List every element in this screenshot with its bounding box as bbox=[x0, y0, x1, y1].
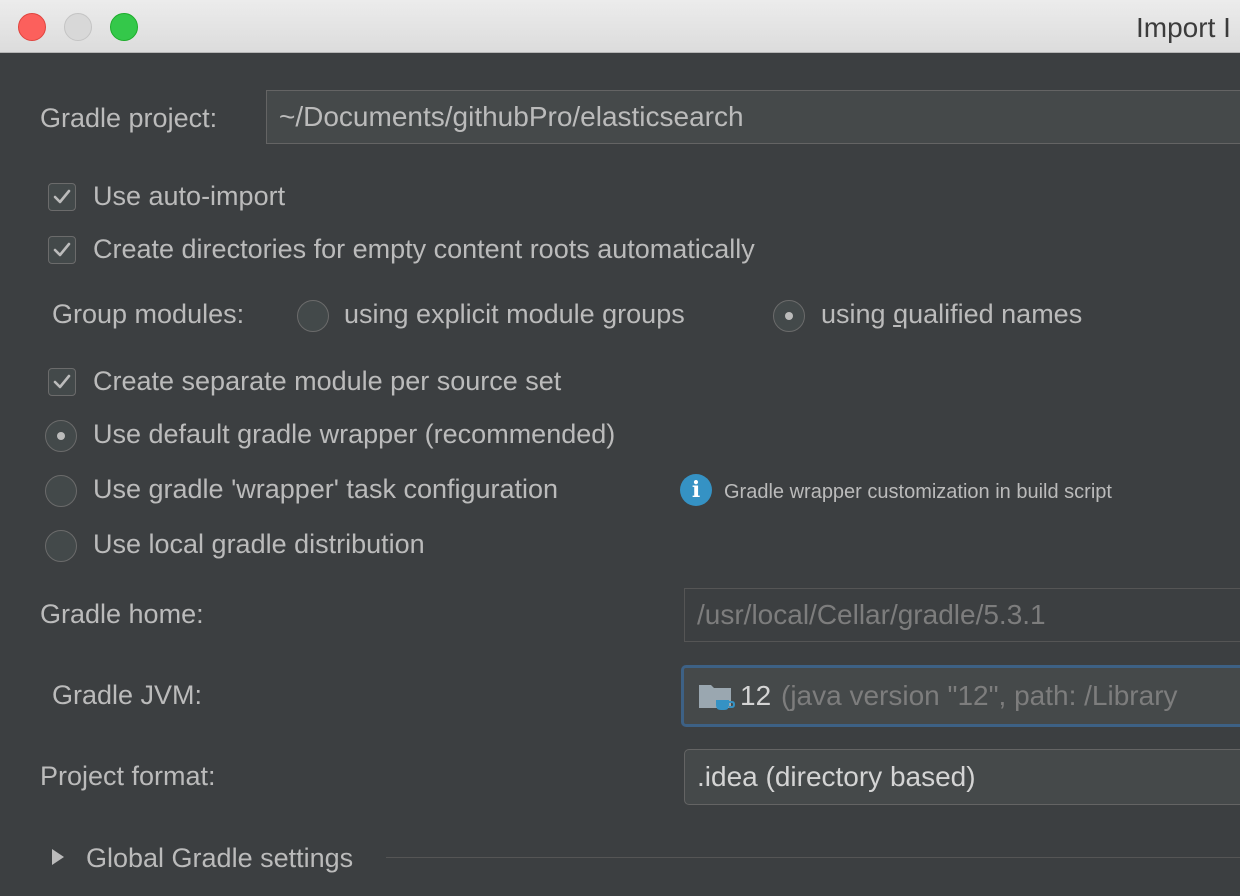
separate-module-checkbox[interactable] bbox=[48, 368, 76, 396]
info-icon: i bbox=[680, 474, 712, 506]
wrapper-task-label: Use gradle 'wrapper' task configuration bbox=[93, 474, 559, 504]
jvm-name: 12 bbox=[740, 680, 772, 711]
minimize-window-button[interactable] bbox=[64, 13, 92, 41]
local-distribution-label: Use local gradle distribution bbox=[93, 529, 425, 559]
gradle-project-field[interactable]: ~/Documents/githubPro/elasticsearch bbox=[266, 90, 1240, 144]
window-title: Import I bbox=[1136, 12, 1231, 43]
gradle-jvm-label: Gradle JVM: bbox=[52, 680, 203, 710]
default-wrapper-radio[interactable] bbox=[45, 420, 77, 452]
gradle-home-field[interactable]: /usr/local/Cellar/gradle/5.3.1 bbox=[684, 588, 1240, 642]
import-form: Gradle project: ~/Documents/githubPro/el… bbox=[0, 53, 1240, 896]
section-divider bbox=[386, 857, 1240, 858]
use-auto-import-label: Use auto-import bbox=[93, 181, 286, 211]
local-distribution-radio[interactable] bbox=[45, 530, 77, 562]
gradle-home-label: Gradle home: bbox=[40, 599, 204, 629]
default-wrapper-label: Use default gradle wrapper (recommended) bbox=[93, 419, 616, 449]
group-explicit-radio[interactable] bbox=[297, 300, 329, 332]
group-modules-label: Group modules: bbox=[52, 299, 245, 329]
close-window-button[interactable] bbox=[18, 13, 46, 41]
group-qualified-radio[interactable] bbox=[773, 300, 805, 332]
create-directories-label: Create directories for empty content roo… bbox=[93, 234, 755, 264]
global-settings-label[interactable]: Global Gradle settings bbox=[86, 843, 353, 874]
check-mark-icon bbox=[53, 374, 71, 389]
expand-triangle-icon[interactable] bbox=[52, 849, 64, 865]
group-explicit-label: using explicit module groups bbox=[344, 299, 685, 329]
jvm-detail: (java version "12", path: /Library bbox=[781, 680, 1178, 711]
separate-module-label: Create separate module per source set bbox=[93, 366, 562, 396]
check-mark-icon bbox=[53, 189, 71, 204]
project-format-select[interactable]: .idea (directory based) bbox=[684, 749, 1240, 805]
gradle-project-label: Gradle project: bbox=[40, 103, 218, 133]
folder-cup-icon bbox=[699, 685, 736, 710]
use-auto-import-checkbox[interactable] bbox=[48, 183, 76, 211]
title-bar: Import I bbox=[0, 0, 1240, 53]
gradle-jvm-combobox[interactable]: 12 (java version "12", path: /Library bbox=[681, 665, 1240, 727]
create-directories-checkbox[interactable] bbox=[48, 236, 76, 264]
project-format-label: Project format: bbox=[40, 761, 216, 791]
wrapper-info-text: Gradle wrapper customization in build sc… bbox=[724, 481, 1112, 503]
check-mark-icon bbox=[53, 242, 71, 257]
group-qualified-label: using qualified names bbox=[821, 299, 1083, 329]
maximize-window-button[interactable] bbox=[110, 13, 138, 41]
wrapper-task-radio[interactable] bbox=[45, 475, 77, 507]
